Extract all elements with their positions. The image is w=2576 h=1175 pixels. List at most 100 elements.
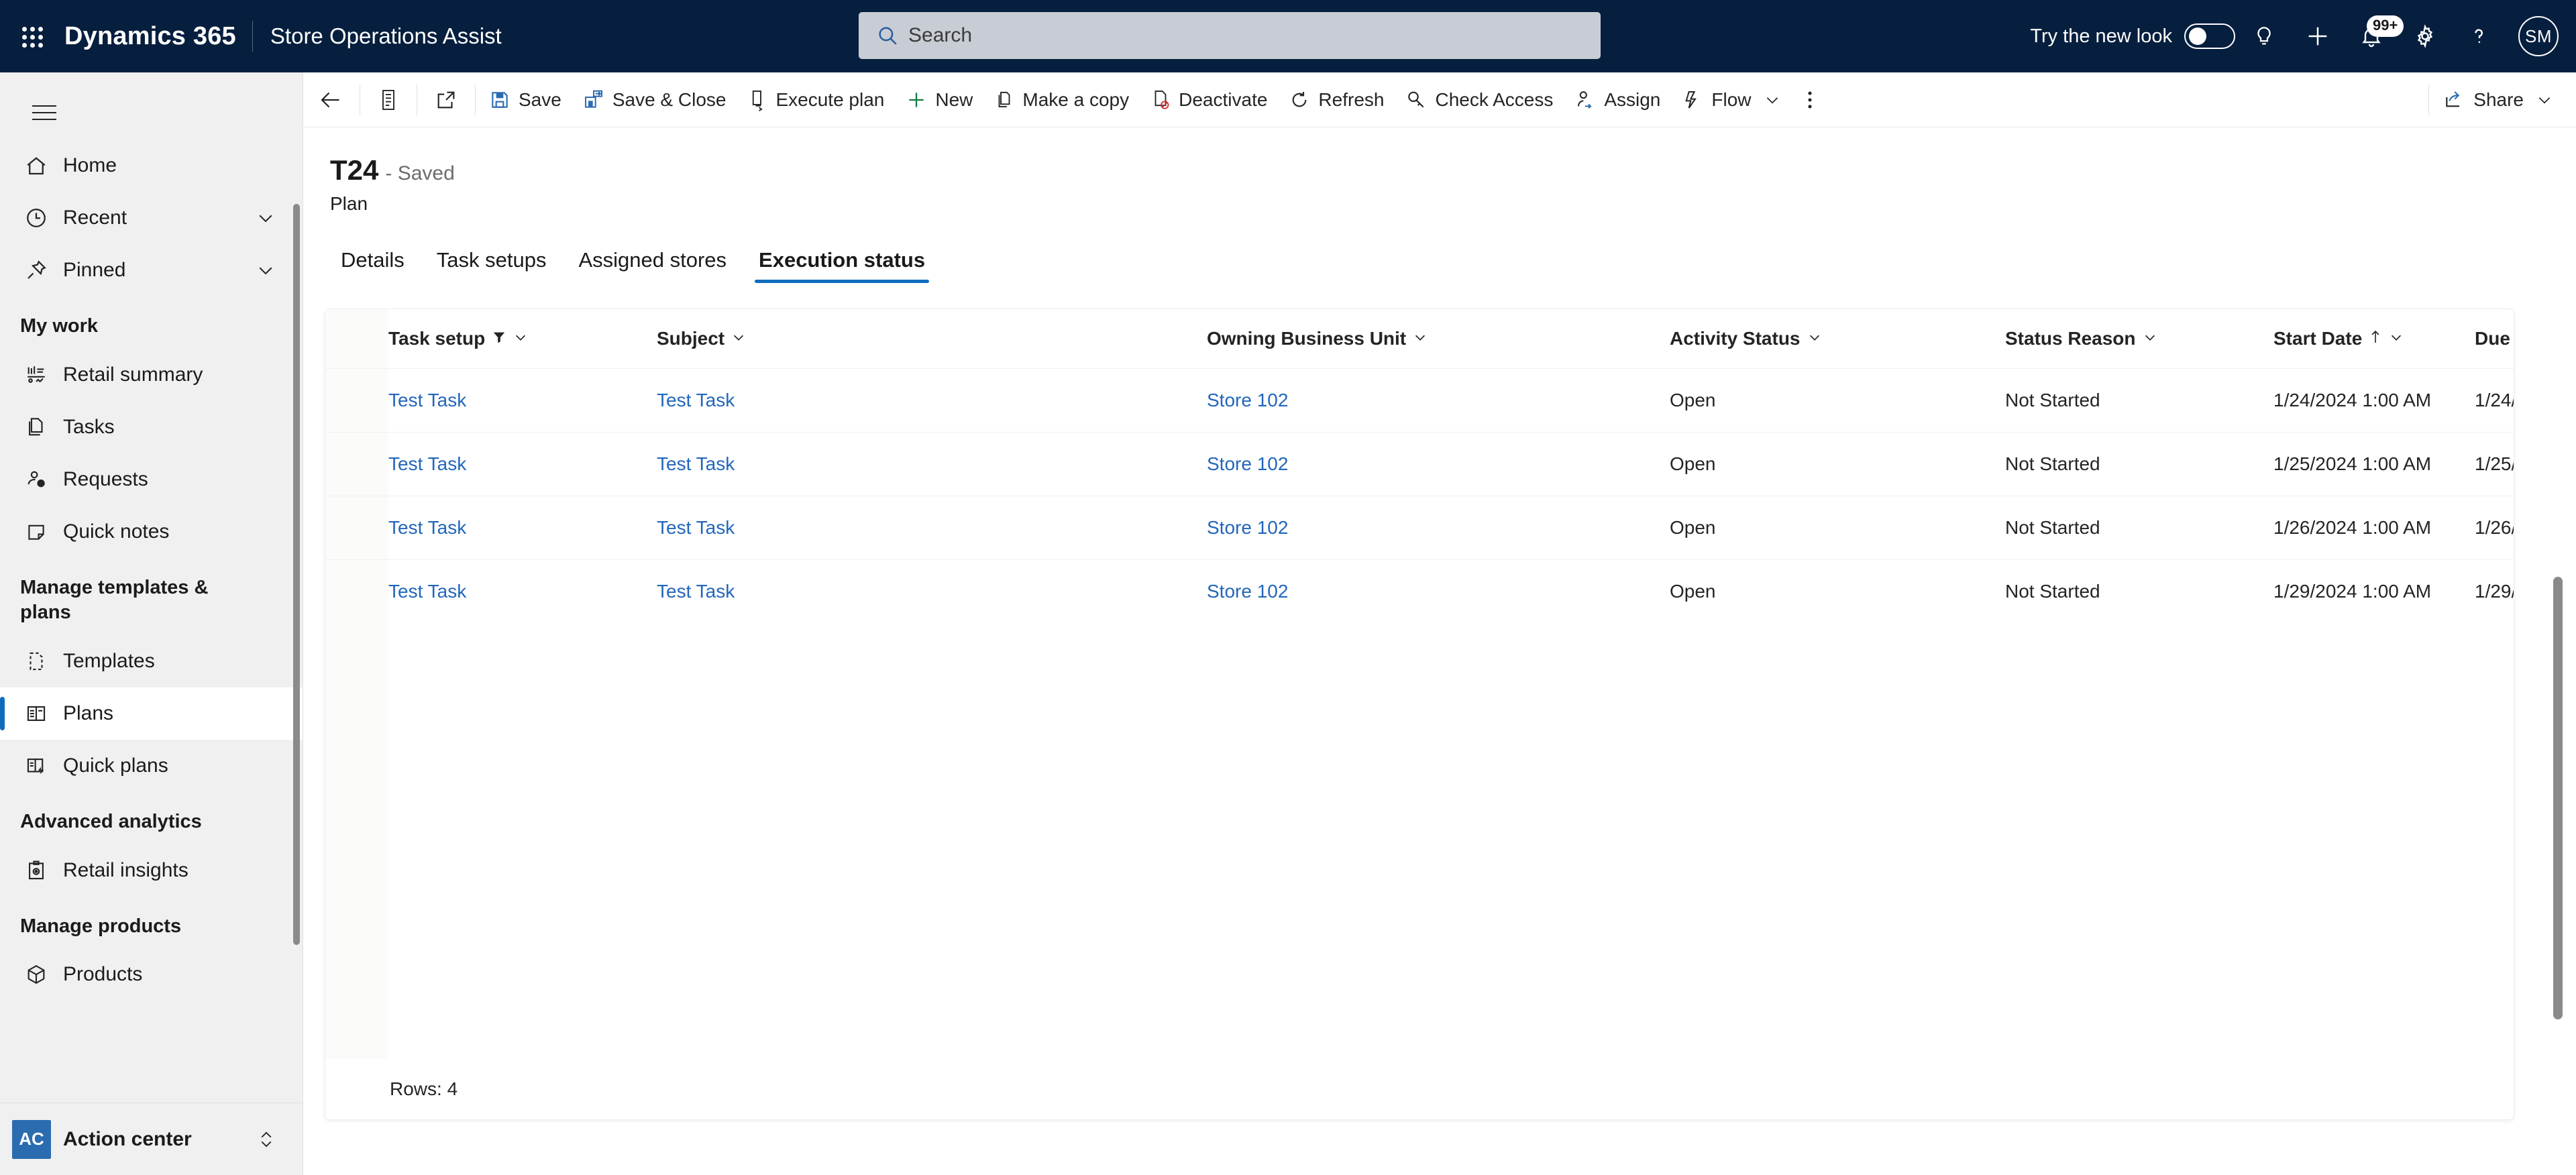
avatar[interactable]: SM [2518, 16, 2559, 56]
column-header-start-date[interactable]: Start Date [2273, 309, 2475, 368]
refresh-button[interactable]: Refresh [1278, 72, 1395, 127]
table-row[interactable]: Test Task Test Task Store 102 Open Not S… [325, 431, 2514, 496]
app-launcher-icon[interactable] [15, 19, 48, 53]
business-unit-link[interactable]: Store 102 [1207, 581, 1288, 602]
cell-subject[interactable]: Test Task [657, 431, 1207, 496]
plus-icon[interactable] [2293, 11, 2343, 61]
cell-task-setup[interactable]: Test Task [388, 368, 657, 432]
sidebar-item-tasks[interactable]: Tasks [0, 401, 303, 453]
save-button[interactable]: Save [478, 72, 572, 127]
tab-assigned-stores[interactable]: Assigned stores [562, 248, 743, 283]
cell-subject[interactable]: Test Task [657, 368, 1207, 432]
tab-execution-status[interactable]: Execution status [743, 248, 941, 283]
subject-link[interactable]: Test Task [657, 517, 735, 538]
cell-task-setup[interactable]: Test Task [388, 559, 657, 623]
task-setup-link[interactable]: Test Task [388, 581, 466, 602]
sidebar-item-products[interactable]: Products [0, 948, 303, 1001]
cell-owning-business-unit[interactable]: Store 102 [1207, 495, 1670, 559]
check-access-button[interactable]: Check Access [1395, 72, 1564, 127]
sidebar-item-quick-notes[interactable]: Quick notes [0, 506, 303, 558]
sidebar-item-recent[interactable]: Recent [0, 192, 303, 244]
save-and-close-button[interactable]: Save & Close [572, 72, 737, 127]
chevron-down-icon[interactable] [2536, 91, 2553, 109]
chevron-down-icon[interactable] [1807, 328, 1822, 349]
task-setup-link[interactable]: Test Task [388, 453, 466, 474]
sidebar-item-requests[interactable]: ? Requests [0, 453, 303, 506]
main-scrollbar[interactable] [2553, 577, 2563, 1019]
cell-owning-business-unit[interactable]: Store 102 [1207, 431, 1670, 496]
back-arrow-icon[interactable] [303, 72, 357, 127]
action-center-button[interactable]: AC Action center [0, 1103, 303, 1175]
make-a-copy-button[interactable]: Make a copy [983, 72, 1140, 127]
sidebar-scrollbar[interactable] [293, 204, 300, 945]
lightbulb-icon[interactable] [2239, 11, 2289, 61]
chevron-down-icon[interactable] [731, 328, 746, 349]
table-row[interactable]: Test Task Test Task Store 102 Open Not S… [325, 368, 2514, 432]
cell-task-setup[interactable]: Test Task [388, 431, 657, 496]
column-header-due-date[interactable]: Due Date [2475, 309, 2514, 368]
search-input[interactable]: Search [859, 12, 1601, 59]
sidebar-item-quick-plans[interactable]: Quick plans [0, 740, 303, 792]
sidebar-item-home[interactable]: Home [0, 139, 303, 192]
cell-task-setup[interactable]: Test Task [388, 495, 657, 559]
table-row[interactable]: Test Task Test Task Store 102 Open Not S… [325, 495, 2514, 559]
sidebar-item-retail-insights[interactable]: Retail insights [0, 844, 303, 897]
overflow-ellipsis-icon[interactable] [1792, 72, 1828, 127]
chevron-down-icon[interactable] [1764, 91, 1781, 109]
task-setup-link[interactable]: Test Task [388, 390, 466, 410]
row-checkbox[interactable] [325, 368, 388, 432]
chevron-down-icon[interactable] [256, 260, 276, 280]
column-header-task-setup[interactable]: Task setup [388, 309, 657, 368]
business-unit-link[interactable]: Store 102 [1207, 517, 1288, 538]
column-header-status-reason[interactable]: Status Reason [2005, 309, 2273, 368]
app-name[interactable]: Store Operations Assist [270, 23, 502, 49]
task-setup-link[interactable]: Test Task [388, 517, 466, 538]
share-button[interactable]: Share [2432, 72, 2576, 127]
new-look-toggle[interactable] [2184, 23, 2235, 49]
column-header-owning-business-unit[interactable]: Owning Business Unit [1207, 309, 1670, 368]
tab-task-setups[interactable]: Task setups [421, 248, 563, 283]
table-row[interactable]: Test Task Test Task Store 102 Open Not S… [325, 559, 2514, 623]
cell-owning-business-unit[interactable]: Store 102 [1207, 368, 1670, 432]
chevron-updown-icon[interactable] [256, 1128, 276, 1151]
subject-link[interactable]: Test Task [657, 581, 735, 602]
gear-icon[interactable] [2400, 11, 2450, 61]
column-header-activity-status[interactable]: Activity Status [1670, 309, 2005, 368]
cell-subject[interactable]: Test Task [657, 495, 1207, 559]
question-icon[interactable] [2454, 11, 2504, 61]
popout-icon[interactable] [420, 72, 472, 127]
save-icon [489, 89, 511, 111]
assign-button[interactable]: Assign [1564, 72, 1671, 127]
brand-title[interactable]: Dynamics 365 [64, 22, 236, 51]
chevron-down-icon[interactable] [2389, 328, 2404, 349]
sidebar-item-retail-summary[interactable]: Retail summary [0, 349, 303, 401]
flow-button[interactable]: Flow [1671, 72, 1791, 127]
sidebar-item-templates[interactable]: Templates [0, 635, 303, 687]
subject-link[interactable]: Test Task [657, 390, 735, 410]
execute-plan-button[interactable]: Execute plan [737, 72, 895, 127]
form-list-icon[interactable] [363, 72, 414, 127]
subject-link[interactable]: Test Task [657, 453, 735, 474]
deactivate-button[interactable]: Deactivate [1140, 72, 1278, 127]
cell-owning-business-unit[interactable]: Store 102 [1207, 559, 1670, 623]
chevron-down-icon[interactable] [2143, 328, 2157, 349]
row-checkbox[interactable] [325, 559, 388, 623]
new-button[interactable]: New [895, 72, 983, 127]
cell-subject[interactable]: Test Task [657, 559, 1207, 623]
select-all-header[interactable] [325, 309, 388, 368]
column-header-subject[interactable]: Subject [657, 309, 1207, 368]
chevron-down-icon[interactable] [256, 208, 276, 228]
hamburger-icon[interactable] [17, 86, 71, 139]
chevron-down-icon[interactable] [1413, 328, 1428, 349]
business-unit-link[interactable]: Store 102 [1207, 390, 1288, 410]
sort-ascending-icon[interactable] [2369, 328, 2382, 349]
filter-icon[interactable] [492, 328, 506, 349]
row-checkbox[interactable] [325, 431, 388, 496]
tab-details[interactable]: Details [330, 248, 421, 283]
sidebar-item-pinned[interactable]: Pinned [0, 244, 303, 296]
business-unit-link[interactable]: Store 102 [1207, 453, 1288, 474]
bell-icon[interactable]: 99+ [2347, 11, 2404, 61]
sidebar-item-plans[interactable]: Plans [0, 687, 303, 740]
chevron-down-icon[interactable] [513, 328, 528, 349]
row-checkbox[interactable] [325, 495, 388, 559]
